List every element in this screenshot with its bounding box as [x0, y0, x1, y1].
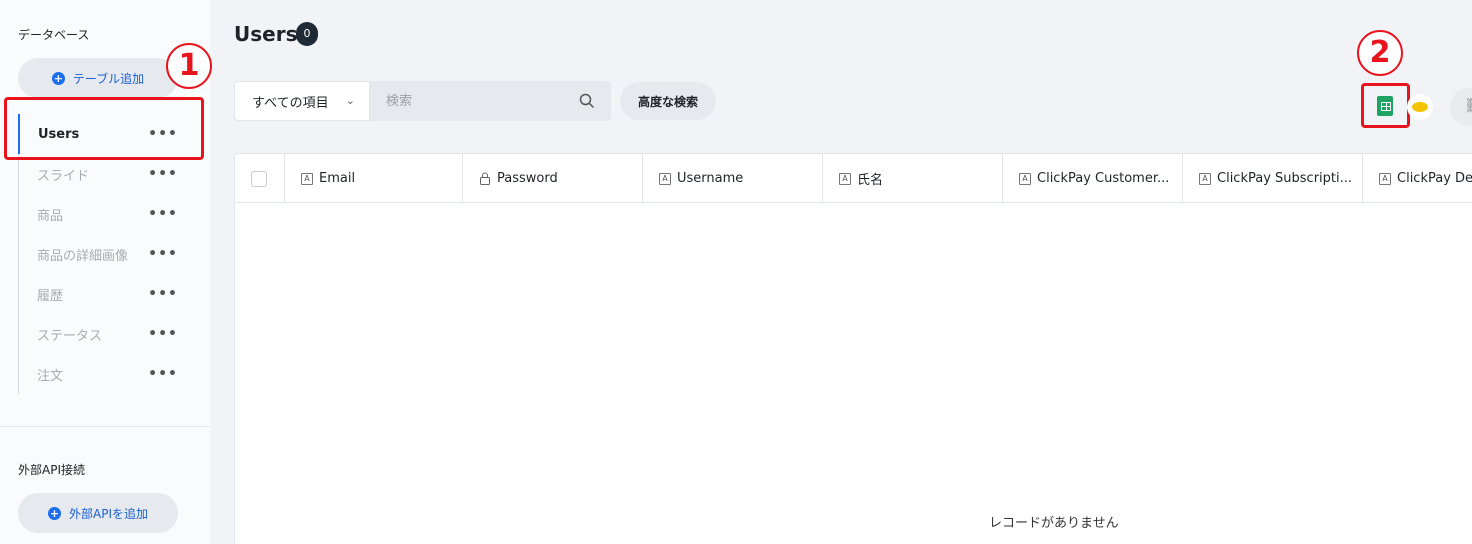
- add-api-label: 外部APIを追加: [69, 506, 148, 521]
- column-label: ClickPay De: [1397, 171, 1472, 186]
- link-icon: ⛓: [1464, 98, 1472, 114]
- text-field-icon: A: [1199, 172, 1211, 185]
- page-title: Users: [234, 22, 298, 46]
- column-header-username[interactable]: A Username: [643, 154, 823, 203]
- search-box: [370, 81, 611, 121]
- sidebar-item-status[interactable]: ステータス •••: [19, 314, 198, 354]
- column-label: ClickPay Customer...: [1037, 171, 1170, 186]
- lock-icon: [480, 172, 490, 185]
- text-field-icon: A: [839, 172, 851, 185]
- annotation-box-1: [4, 97, 204, 160]
- column-label: 氏名: [857, 173, 884, 188]
- sidebar-item-history[interactable]: 履歴 •••: [19, 274, 198, 314]
- chevron-down-icon: ⌄: [345, 94, 355, 107]
- plus-icon: +: [48, 506, 61, 520]
- google-sheets-icon[interactable]: [1377, 96, 1393, 116]
- more-options-icon[interactable]: •••: [148, 246, 178, 262]
- sidebar-item-label: スライド: [37, 168, 90, 184]
- column-label: ClickPay Subscripti...: [1217, 171, 1353, 186]
- text-field-icon: A: [659, 172, 671, 185]
- text-field-icon: A: [1019, 172, 1031, 185]
- field-filter-value: すべての項目: [252, 95, 329, 111]
- column-header-password[interactable]: Password: [463, 154, 643, 203]
- more-options-icon[interactable]: •••: [148, 166, 178, 182]
- add-external-api-button[interactable]: + 外部APIを追加: [18, 493, 178, 533]
- external-api-section-title: 外部API接続: [18, 463, 85, 477]
- sidebar-item-label: 履歴: [37, 288, 64, 304]
- column-header-clickpay-default[interactable]: A ClickPay De: [1363, 154, 1472, 203]
- link-button[interactable]: ⛓: [1450, 88, 1472, 126]
- sidebar-item-products[interactable]: 商品 •••: [19, 194, 198, 234]
- column-label: Password: [497, 171, 558, 186]
- add-table-label: テーブル追加: [72, 71, 145, 86]
- sidebar-divider: [0, 426, 210, 427]
- sidebar-item-label: 注文: [37, 368, 64, 384]
- sidebar-item-label: 商品: [37, 208, 64, 224]
- plus-icon: +: [51, 71, 65, 85]
- column-label: Email: [319, 171, 356, 186]
- select-all-cell: [235, 154, 285, 203]
- column-label: Username: [677, 171, 744, 186]
- annotation-number-2: 2: [1357, 30, 1403, 76]
- text-field-icon: A: [301, 172, 313, 185]
- column-header-name[interactable]: A 氏名: [823, 154, 1003, 203]
- column-header-clickpay-customer[interactable]: A ClickPay Customer...: [1003, 154, 1183, 203]
- sidebar-item-orders[interactable]: 注文 •••: [19, 354, 198, 394]
- search-input[interactable]: [370, 81, 570, 121]
- integration-logo-icon[interactable]: [1407, 94, 1433, 120]
- field-filter-select[interactable]: すべての項目 ⌄: [234, 81, 370, 121]
- search-icon[interactable]: [579, 93, 595, 109]
- more-options-icon[interactable]: •••: [148, 286, 178, 302]
- table-header-row: A Email Password A Username A 氏名 A Click…: [235, 154, 1472, 203]
- text-field-icon: A: [1379, 172, 1391, 185]
- more-options-icon[interactable]: •••: [148, 206, 178, 222]
- annotation-number-1: 1: [166, 43, 212, 89]
- advanced-search-button[interactable]: 高度な検索: [620, 82, 716, 120]
- more-options-icon[interactable]: •••: [148, 366, 178, 382]
- empty-state-message: レコードがありません: [989, 516, 1119, 531]
- records-table: A Email Password A Username A 氏名 A Click…: [234, 153, 1472, 544]
- sidebar-item-label: 商品の詳細画像: [37, 248, 129, 264]
- sidebar-item-slides[interactable]: スライド •••: [19, 154, 198, 194]
- sidebar-item-label: ステータス: [37, 328, 103, 344]
- column-header-email[interactable]: A Email: [285, 154, 463, 203]
- sidebar-item-product-images[interactable]: 商品の詳細画像 •••: [19, 234, 198, 274]
- record-count-badge: 0: [296, 22, 318, 46]
- add-table-button[interactable]: + テーブル追加: [18, 58, 178, 98]
- select-all-checkbox[interactable]: [251, 170, 267, 187]
- column-header-clickpay-subscription[interactable]: A ClickPay Subscripti...: [1183, 154, 1363, 203]
- database-section-title: データベース: [18, 28, 90, 42]
- more-options-icon[interactable]: •••: [148, 326, 178, 342]
